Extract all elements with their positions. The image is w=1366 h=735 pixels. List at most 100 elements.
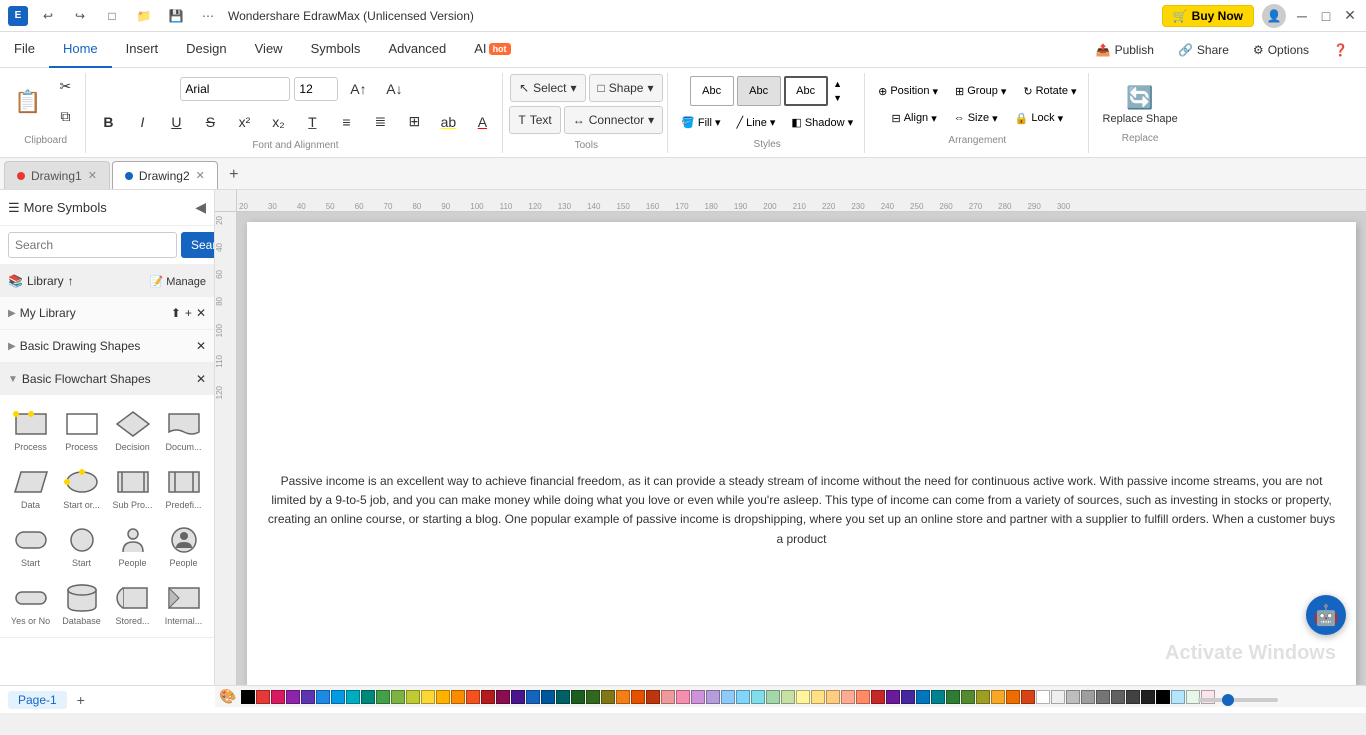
menu-home[interactable]: Home bbox=[49, 32, 112, 68]
my-library-add-icon[interactable]: + bbox=[185, 306, 192, 320]
color-swatch[interactable] bbox=[706, 690, 720, 704]
save-btn[interactable]: 💾 bbox=[162, 5, 190, 27]
color-swatch[interactable] bbox=[1111, 690, 1125, 704]
color-swatch[interactable] bbox=[646, 690, 660, 704]
color-swatch[interactable] bbox=[436, 690, 450, 704]
lock-btn[interactable]: 🔒 Lock▾ bbox=[1008, 106, 1070, 130]
color-swatch[interactable] bbox=[976, 690, 990, 704]
color-swatch[interactable] bbox=[601, 690, 615, 704]
cut-button[interactable]: ✂ bbox=[49, 73, 81, 101]
shape-data[interactable]: Data bbox=[6, 459, 55, 515]
subscript-button[interactable]: x₂ bbox=[262, 108, 294, 136]
color-swatch[interactable] bbox=[511, 690, 525, 704]
color-swatch[interactable] bbox=[421, 690, 435, 704]
shadow-btn[interactable]: ◧ Shadow▾ bbox=[784, 111, 860, 135]
menu-advanced[interactable]: Advanced bbox=[374, 32, 460, 68]
font-decrease-btn[interactable]: A↓ bbox=[378, 75, 410, 103]
color-swatch[interactable] bbox=[886, 690, 900, 704]
maximize-btn[interactable]: □ bbox=[1318, 8, 1334, 24]
new-btn[interactable]: □ bbox=[98, 5, 126, 27]
menu-design[interactable]: Design bbox=[172, 32, 240, 68]
shape-predefined[interactable]: Predefi... bbox=[159, 459, 208, 515]
color-swatch[interactable] bbox=[286, 690, 300, 704]
bold-button[interactable]: B bbox=[92, 108, 124, 136]
color-swatch[interactable] bbox=[526, 690, 540, 704]
close-btn[interactable]: ✕ bbox=[1342, 8, 1358, 24]
strikethrough-button[interactable]: S bbox=[194, 108, 226, 136]
color-swatch[interactable] bbox=[1141, 690, 1155, 704]
color-swatch[interactable] bbox=[541, 690, 555, 704]
shape-process-2[interactable]: Process bbox=[57, 401, 106, 457]
color-swatch[interactable] bbox=[1126, 690, 1140, 704]
color-swatch[interactable] bbox=[451, 690, 465, 704]
color-swatch[interactable] bbox=[811, 690, 825, 704]
line-btn[interactable]: ╱ Line▾ bbox=[729, 111, 782, 135]
color-swatch[interactable] bbox=[1171, 690, 1185, 704]
color-swatch[interactable] bbox=[766, 690, 780, 704]
more-btn[interactable]: ⋯ bbox=[194, 5, 222, 27]
color-swatch[interactable] bbox=[346, 690, 360, 704]
my-library-close-icon[interactable]: ✕ bbox=[196, 306, 206, 320]
canvas-content[interactable]: Passive income is an excellent way to ac… bbox=[237, 212, 1366, 685]
style-sample-2[interactable]: Abc bbox=[737, 76, 781, 106]
minimize-btn[interactable]: ─ bbox=[1294, 8, 1310, 24]
color-swatch[interactable] bbox=[316, 690, 330, 704]
text-transform-btn[interactable]: T̲ bbox=[296, 108, 328, 136]
basic-drawing-close-icon[interactable]: ✕ bbox=[196, 339, 206, 353]
shape-database[interactable]: Database bbox=[57, 575, 106, 631]
buy-now-button[interactable]: 🛒 Buy Now bbox=[1162, 5, 1254, 27]
color-swatch[interactable] bbox=[796, 690, 810, 704]
color-swatch[interactable] bbox=[676, 690, 690, 704]
align-btn[interactable]: ⊞ bbox=[398, 108, 430, 136]
highlight-btn[interactable]: ab bbox=[432, 108, 464, 136]
add-tab-button[interactable]: + bbox=[220, 161, 248, 189]
font-increase-btn[interactable]: A↑ bbox=[342, 75, 374, 103]
flowchart-close-icon[interactable]: ✕ bbox=[196, 372, 206, 386]
color-swatch[interactable] bbox=[1021, 690, 1035, 704]
color-swatch[interactable] bbox=[1096, 690, 1110, 704]
shape-people-1[interactable]: People bbox=[108, 517, 157, 573]
color-swatch[interactable] bbox=[721, 690, 735, 704]
library-header[interactable]: 📚 Library ↑ 📝 Manage bbox=[0, 265, 214, 297]
color-swatch[interactable] bbox=[361, 690, 375, 704]
redo-btn[interactable]: ↪ bbox=[66, 5, 94, 27]
styles-down-btn[interactable]: ▼ bbox=[831, 92, 845, 104]
color-swatch[interactable] bbox=[586, 690, 600, 704]
my-library-export-icon[interactable]: ⬆ bbox=[171, 306, 181, 320]
color-swatch[interactable] bbox=[256, 690, 270, 704]
assistant-button[interactable]: 🤖 bbox=[1306, 595, 1346, 635]
paste-button[interactable]: 📋 bbox=[10, 87, 45, 117]
menu-ai[interactable]: AI hot bbox=[460, 32, 524, 68]
user-avatar[interactable]: 👤 bbox=[1262, 4, 1286, 28]
shape-document[interactable]: Docum... bbox=[159, 401, 208, 457]
shape-decision[interactable]: Decision bbox=[108, 401, 157, 457]
menu-symbols[interactable]: Symbols bbox=[297, 32, 375, 68]
size-btn[interactable]: ⇔ Size▾ bbox=[947, 106, 1005, 130]
panel-collapse-btn[interactable]: ◀ bbox=[195, 199, 206, 216]
search-input[interactable] bbox=[8, 232, 177, 258]
shape-stored[interactable]: Stored... bbox=[108, 575, 157, 631]
undo-btn[interactable]: ↩ bbox=[34, 5, 62, 27]
font-color-btn[interactable]: A bbox=[466, 108, 498, 136]
shape-start-oval[interactable]: Start or... bbox=[57, 459, 106, 515]
color-swatch[interactable] bbox=[661, 690, 675, 704]
position-btn[interactable]: ⊕ Position▾ bbox=[871, 79, 945, 103]
font-family-input[interactable] bbox=[180, 77, 290, 101]
color-swatch[interactable] bbox=[406, 690, 420, 704]
fill-btn[interactable]: 🪣 Fill▾ bbox=[674, 111, 727, 135]
open-btn[interactable]: 📁 bbox=[130, 5, 158, 27]
list-btn[interactable]: ≣ bbox=[364, 108, 396, 136]
color-swatch[interactable] bbox=[481, 690, 495, 704]
underline-button[interactable]: U bbox=[160, 108, 192, 136]
shape-people-2[interactable]: People bbox=[159, 517, 208, 573]
options-btn[interactable]: ⚙ Options bbox=[1243, 39, 1319, 61]
color-swatch[interactable] bbox=[931, 690, 945, 704]
styles-up-btn[interactable]: ▲ bbox=[831, 78, 845, 90]
italic-button[interactable]: I bbox=[126, 108, 158, 136]
color-swatch[interactable] bbox=[781, 690, 795, 704]
superscript-button[interactable]: x² bbox=[228, 108, 260, 136]
color-swatch[interactable] bbox=[331, 690, 345, 704]
text-button[interactable]: T Text bbox=[509, 106, 560, 134]
tab-drawing1[interactable]: Drawing1 ✕ bbox=[4, 161, 110, 189]
select-button[interactable]: ↖ Select ▾ bbox=[510, 74, 585, 102]
